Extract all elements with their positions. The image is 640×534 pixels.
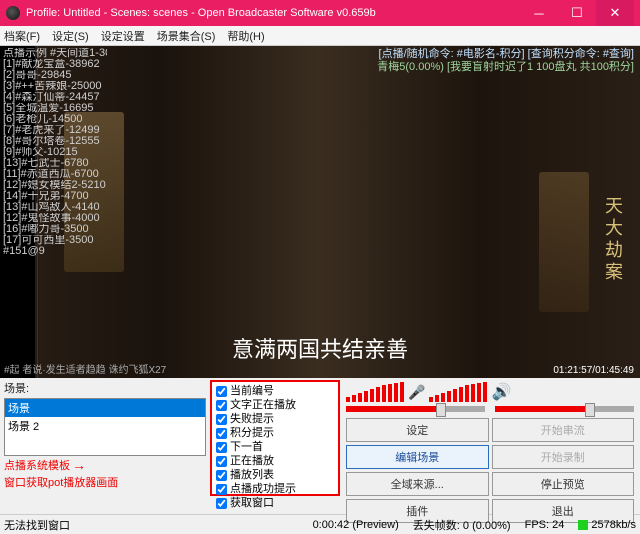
source-checkbox[interactable] — [216, 442, 227, 453]
global-source-button[interactable]: 全域来源... — [346, 472, 489, 496]
overlay-line: #151@9 — [3, 246, 107, 257]
source-checkbox[interactable] — [216, 414, 227, 425]
scene-item[interactable]: 场景 — [5, 399, 205, 417]
source-item[interactable]: 当前编号 — [216, 384, 334, 398]
mic-icon[interactable]: 🎤 — [408, 384, 425, 401]
control-buttons: 设定 开始串流 编辑场景 开始录制 全域来源... 停止预览 插件 退出 — [346, 418, 634, 523]
annotation-1: 点播系统模板→ — [4, 457, 206, 473]
overlay-line: [13]#七武士-6780 — [3, 158, 107, 169]
overlay-line: [1]#献龙宝盒-38962 — [3, 59, 107, 70]
scenes-panel: 场景: 场景 场景 2 点播系统模板→ 窗口获取pot播放器画面 — [0, 378, 210, 514]
overlay-line: [5]全城温爱-16695 — [3, 103, 107, 114]
overlay-line: [2]哥哥-29845 — [3, 70, 107, 81]
maximize-button[interactable]: ☐ — [558, 0, 596, 26]
source-item[interactable]: 获取窗口 — [216, 496, 334, 510]
overlay-line: [4]#森汀仙蒂-24457 — [3, 92, 107, 103]
audio-meters: 🎤 🔊 — [346, 380, 634, 404]
source-item[interactable]: 正在播放 — [216, 454, 334, 468]
app-icon — [6, 6, 20, 20]
lower-panel: 场景: 场景 场景 2 点播系统模板→ 窗口获取pot播放器画面 当前编号文字正… — [0, 378, 640, 514]
status-message: 无法找到窗口 — [4, 517, 70, 533]
edit-scene-button[interactable]: 编辑场景 — [346, 445, 489, 469]
scene-item[interactable]: 场景 2 — [5, 417, 205, 435]
source-item[interactable]: 失败提示 — [216, 412, 334, 426]
source-item[interactable]: 积分提示 — [216, 426, 334, 440]
stop-preview-button[interactable]: 停止预览 — [492, 472, 635, 496]
close-button[interactable]: ✕ — [596, 0, 634, 26]
source-checkbox[interactable] — [216, 400, 227, 411]
menu-help[interactable]: 帮助(H) — [227, 28, 264, 44]
overlay-cmd-hint: [点播/随机命令: #电影名-积分] [查询积分命令: #查询] — [377, 48, 634, 61]
source-item[interactable]: 文字正在播放 — [216, 398, 334, 412]
overlay-score-line: 青梅5(0.00%) [我要盲射时迟了1 100盘丸 共100积分] — [377, 61, 634, 74]
minimize-button[interactable]: ─ — [520, 0, 558, 26]
menu-scene-collection[interactable]: 场景集合(S) — [157, 28, 216, 44]
sources-panel: 当前编号文字正在播放失败提示积分提示下一首正在播放播放列表点播成功提示获取窗口 — [210, 378, 340, 514]
overlay-line: [9]#师父-10215 — [3, 147, 107, 158]
overlay-banner: 天大劫案 — [600, 196, 626, 284]
start-stream-button[interactable]: 开始串流 — [492, 418, 635, 442]
status-fps: FPS: 24 — [525, 519, 565, 531]
preview-timecode: 01:21:57/01:45:49 — [553, 365, 634, 376]
overlay-line: [11]#赤道西瓜-6700 — [3, 169, 107, 180]
overlay-line: [14]#十兄弟-4700 — [3, 191, 107, 202]
source-checkbox[interactable] — [216, 428, 227, 439]
mic-slider[interactable] — [346, 406, 485, 412]
overlay-line: [6]老枪儿-14500 — [3, 114, 107, 125]
menu-file[interactable]: 档案(F) — [4, 28, 40, 44]
overlay-playlist: 点播示例 #天间道1-300[1]#献龙宝盒-38962[2]哥哥-29845[… — [0, 46, 110, 259]
overlay-top-right: [点播/随机命令: #电影名-积分] [查询积分命令: #查询] 青梅5(0.0… — [377, 48, 634, 74]
overlay-line: [12]#鬼怪故事-4000 — [3, 213, 107, 224]
video-subtitle: 意满两国共结亲善 — [0, 332, 640, 364]
source-checkbox[interactable] — [216, 498, 227, 509]
sources-list[interactable]: 当前编号文字正在播放失败提示积分提示下一首正在播放播放列表点播成功提示获取窗口 — [210, 380, 340, 496]
source-checkbox[interactable] — [216, 386, 227, 397]
source-item[interactable]: 播放列表 — [216, 468, 334, 482]
scenes-label: 场景: — [4, 380, 206, 396]
overlay-line: [17]可可西里-3500 — [3, 235, 107, 246]
status-dropped: 丢失帧数: 0 (0.00%) — [413, 517, 511, 533]
overlay-line: [16]#嘟力哥-3500 — [3, 224, 107, 235]
overlay-line: [8]#哥尔塔卷-12555 — [3, 136, 107, 147]
status-time: 0:00:42 (Preview) — [313, 519, 399, 531]
overlay-line: [13]#山鸡敌人-4140 — [3, 202, 107, 213]
preview-info-left: #起 者说·发生适者趋趋 诛约飞狐X27 — [4, 361, 166, 376]
preview-area[interactable]: 点播示例 #天间道1-300[1]#献龙宝盒-38962[2]哥哥-29845[… — [0, 46, 640, 378]
bitrate-indicator-icon — [578, 520, 588, 530]
settings-button[interactable]: 设定 — [346, 418, 489, 442]
overlay-line: [7]#老虎来了-12499 — [3, 125, 107, 136]
source-item[interactable]: 点播成功提示 — [216, 482, 334, 496]
speaker-icon[interactable]: 🔊 — [491, 382, 511, 402]
source-checkbox[interactable] — [216, 456, 227, 467]
menubar: 档案(F) 设定(S) 设定设置 场景集合(S) 帮助(H) — [0, 26, 640, 46]
status-bitrate: 2578kb/s — [578, 519, 636, 531]
titlebar: Profile: Untitled - Scenes: scenes - Ope… — [0, 0, 640, 26]
controls-panel: 🎤 🔊 设定 开始串流 编辑场景 开始录制 全域来源... 停止预览 插件 退出 — [340, 378, 640, 514]
overlay-line: [3]#++苦辣娘-25000 — [3, 81, 107, 92]
source-checkbox[interactable] — [216, 484, 227, 495]
source-item[interactable]: 下一首 — [216, 440, 334, 454]
menu-settings[interactable]: 设定(S) — [52, 28, 89, 44]
annotation-2: 窗口获取pot播放器画面 — [4, 474, 206, 490]
menu-settings2[interactable]: 设定设置 — [101, 28, 145, 44]
overlay-line: 点播示例 #天间道1-300 — [3, 48, 107, 59]
scene-list[interactable]: 场景 场景 2 — [4, 398, 206, 456]
start-record-button[interactable]: 开始录制 — [492, 445, 635, 469]
desktop-meter — [429, 382, 487, 402]
arrow-icon: → — [72, 458, 86, 472]
mic-meter — [346, 382, 404, 402]
source-checkbox[interactable] — [216, 470, 227, 481]
window-title: Profile: Untitled - Scenes: scenes - Ope… — [26, 7, 520, 19]
overlay-line: [12]#媳女模结2-5210 — [3, 180, 107, 191]
desktop-slider[interactable] — [495, 406, 634, 412]
